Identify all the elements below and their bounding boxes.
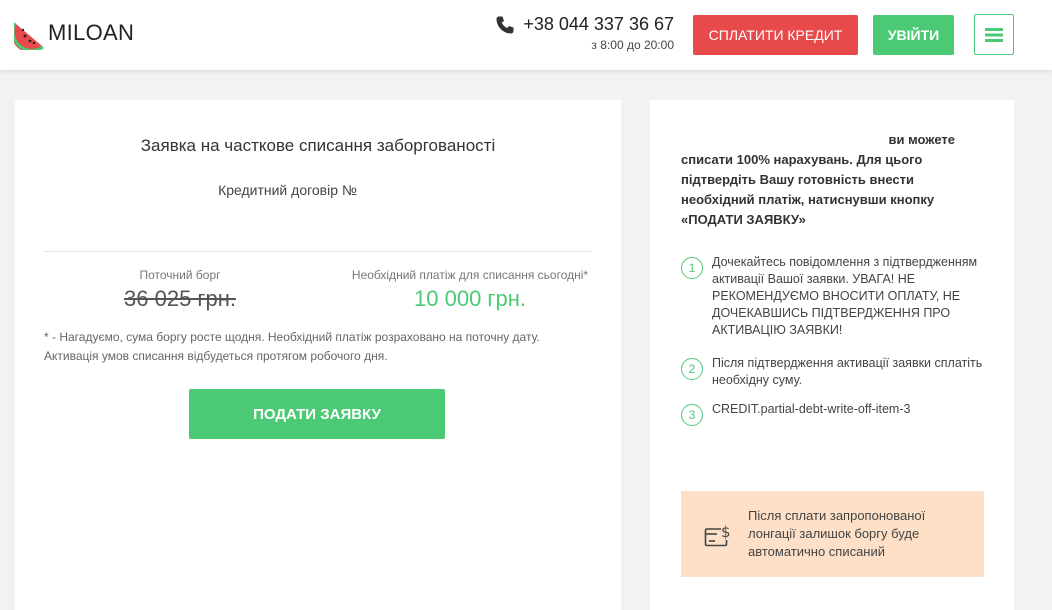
site-header: MILOAN +38 044 337 36 67 з 8:00 до 20:00… xyxy=(0,0,1052,70)
login-button[interactable]: УВІЙТИ xyxy=(873,15,954,55)
instructions-intro-first-line: ви можете xyxy=(888,132,955,147)
current-debt-block: Поточний борг 36 025 грн. xyxy=(95,268,265,312)
debt-write-off-card: Заявка на часткове списання заборгованос… xyxy=(15,100,621,610)
list-item: 3 CREDIT.partial-debt-write-off-item-3 xyxy=(681,401,991,426)
phone-number[interactable]: +38 044 337 36 67 xyxy=(523,14,674,35)
step-text: Після підтвердження активації заявки спл… xyxy=(712,356,983,387)
required-payment-value: 10 000 грн. xyxy=(414,286,526,311)
divider xyxy=(44,251,592,252)
instructions-card: ви можете списати 100% нарахувань. Для ц… xyxy=(650,100,1014,610)
step-number-badge: 2 xyxy=(681,358,703,380)
info-notice: $ Після сплати запропонованої лонгації з… xyxy=(681,491,984,577)
current-debt-label: Поточний борг xyxy=(139,268,221,282)
phone-icon xyxy=(496,16,514,33)
debt-note-line-2: Активація умов списання відбудеться прот… xyxy=(44,349,388,363)
watermelon-logo-icon xyxy=(14,22,44,50)
step-number-badge: 3 xyxy=(681,404,703,426)
debt-note: * - Нагадуємо, сума боргу росте щодня. Н… xyxy=(44,328,604,366)
contact-phone-block: +38 044 337 36 67 з 8:00 до 20:00 xyxy=(494,14,674,52)
required-payment-block: Необхідний платіж для списання сьогодні*… xyxy=(325,268,615,312)
working-hours: з 8:00 до 20:00 xyxy=(591,38,674,52)
step-text: Дочекайтесь повідомлення з підтвердження… xyxy=(712,255,978,337)
phone-row: +38 044 337 36 67 xyxy=(494,14,674,35)
pay-credit-button[interactable]: СПЛАТИТИ КРЕДИТ xyxy=(693,15,858,55)
hamburger-menu-icon xyxy=(985,27,1003,42)
submit-application-button[interactable]: ПОДАТИ ЗАЯВКУ xyxy=(189,389,445,439)
page-title: Заявка на часткове списання заборгованос… xyxy=(140,136,496,155)
instructions-intro-text: списати 100% нарахувань. Для цього підтв… xyxy=(681,152,935,227)
list-item: 2 Після підтвердження активації заявки с… xyxy=(681,355,991,389)
required-payment-label: Необхідний платіж для списання сьогодні* xyxy=(351,268,589,282)
logo-text: MILOAN xyxy=(48,20,135,45)
step-number-badge: 1 xyxy=(681,257,703,279)
debt-note-line-1: * - Нагадуємо, сума боргу росте щодня. Н… xyxy=(44,330,540,344)
money-card-icon: $ xyxy=(704,523,731,547)
logo-link[interactable]: MILOAN xyxy=(14,16,134,50)
step-text: CREDIT.partial-debt-write-off-item-3 xyxy=(712,402,911,416)
current-debt-value: 36 025 грн. xyxy=(124,286,236,311)
svg-text:$: $ xyxy=(721,523,731,541)
list-item: 1 Дочекайтесь повідомлення з підтверджен… xyxy=(681,254,991,339)
instruction-steps: 1 Дочекайтесь повідомлення з підтверджен… xyxy=(681,254,991,426)
contract-number-label: Кредитний договір № xyxy=(218,182,357,198)
menu-button[interactable] xyxy=(974,14,1014,55)
instructions-intro: ви можете списати 100% нарахувань. Для ц… xyxy=(681,130,981,230)
info-notice-text: Після сплати запропонованої лонгації зал… xyxy=(748,508,926,559)
